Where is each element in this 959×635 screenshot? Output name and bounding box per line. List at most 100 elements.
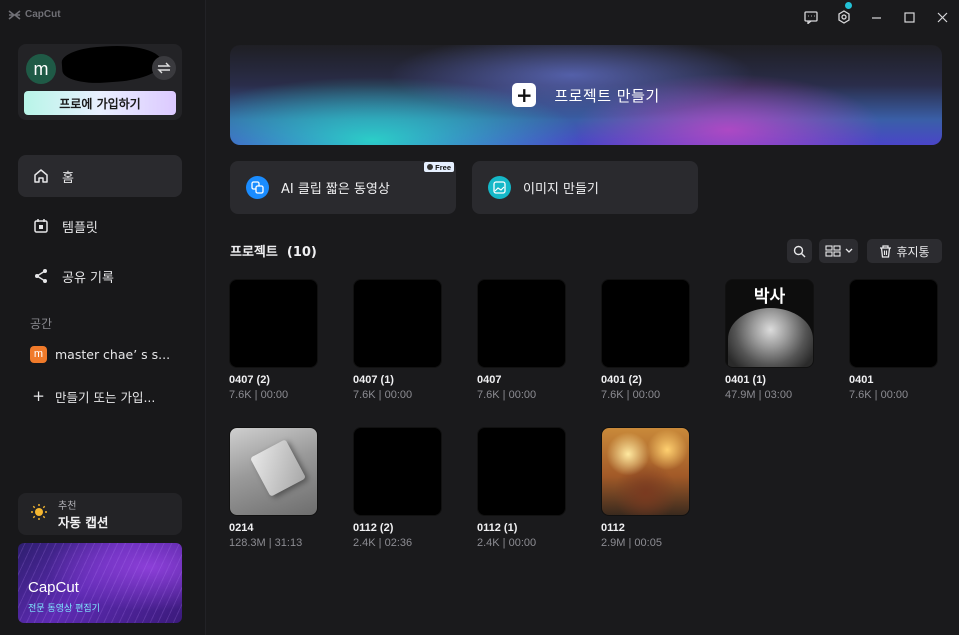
trash-button[interactable]: 휴지통 <box>867 239 942 263</box>
create-image-button[interactable]: 이미지 만들기 <box>472 161 698 214</box>
project-thumbnail[interactable] <box>477 427 566 516</box>
search-icon <box>793 245 806 257</box>
gear-icon <box>837 10 850 24</box>
sidebar-item-label: 템플릿 <box>62 220 98 236</box>
project-thumbnail[interactable] <box>229 279 318 368</box>
minimize-button[interactable] <box>860 0 893 34</box>
gift-icon <box>427 164 434 170</box>
project-card[interactable]: 0112 2.9M | 00:05 <box>601 427 691 549</box>
space-badge: m <box>30 345 47 363</box>
project-meta: 47.9M | 03:00 <box>725 389 793 401</box>
notification-dot <box>845 2 852 9</box>
ai-clip-button[interactable]: AI 클립 짧은 동영상 Free <box>230 161 456 214</box>
feedback-button[interactable] <box>794 0 827 34</box>
chevron-down-icon <box>845 248 852 253</box>
maximize-icon <box>904 11 915 23</box>
settings-button[interactable] <box>827 0 860 34</box>
project-meta: 128.3M | 31:13 <box>229 537 303 549</box>
view-mode-dropdown[interactable] <box>819 239 858 263</box>
search-projects-button[interactable] <box>787 239 812 263</box>
project-meta: 7.6K | 00:00 <box>849 389 909 401</box>
join-pro-button[interactable]: 프로에 가입하기 <box>24 91 176 115</box>
maximize-button[interactable] <box>893 0 926 34</box>
project-name: 0112 (2) <box>353 522 394 534</box>
home-icon <box>32 167 50 185</box>
project-thumbnail[interactable] <box>353 427 442 516</box>
sidebar: CapCut m 프로에 가입하기 홈 템플릿 공유 기록 공간 m maste… <box>0 0 206 635</box>
project-name: 0401 <box>849 374 874 386</box>
ai-clip-label: AI 클립 짧은 동영상 <box>281 182 390 197</box>
recommend-title: 자동 캡션 <box>58 515 109 530</box>
project-card[interactable]: 0407 (1) 7.6K | 00:00 <box>353 279 443 401</box>
project-name: 0407 (2) <box>229 374 270 386</box>
project-thumbnail[interactable]: 박사 <box>725 279 814 368</box>
image-icon <box>488 176 511 199</box>
project-meta: 7.6K | 00:00 <box>353 389 413 401</box>
thumbnail-photo <box>728 308 813 367</box>
project-name: 0112 <box>601 522 625 534</box>
plus-icon: + <box>32 387 45 405</box>
minimize-icon <box>872 16 881 19</box>
project-card[interactable]: 0112 (2) 2.4K | 02:36 <box>353 427 443 549</box>
recommend-label: 추천 <box>58 501 77 512</box>
project-card[interactable]: 0407 (2) 7.6K | 00:00 <box>229 279 319 401</box>
close-icon <box>937 12 948 22</box>
plus-icon: + <box>512 83 537 107</box>
project-thumbnail[interactable] <box>229 427 318 516</box>
project-meta: 7.6K | 00:00 <box>229 389 289 401</box>
space-section-label: 공간 <box>30 317 53 331</box>
create-project-label: 프로젝트 만들기 <box>554 86 660 105</box>
create-project-banner[interactable]: + 프로젝트 만들기 <box>230 45 942 145</box>
project-meta: 2.9M | 00:05 <box>601 537 662 549</box>
sidebar-item-space[interactable]: m master chae’ s s... <box>30 344 170 364</box>
sidebar-item-templates[interactable]: 템플릿 <box>18 205 182 247</box>
project-card[interactable]: 0401 7.6K | 00:00 <box>849 279 939 401</box>
project-meta: 7.6K | 00:00 <box>477 389 537 401</box>
project-card[interactable]: 박사 0401 (1) 47.9M | 03:00 <box>725 279 815 401</box>
project-thumbnail[interactable] <box>601 279 690 368</box>
project-name: 0407 (1) <box>353 374 394 386</box>
project-card[interactable]: 0401 (2) 7.6K | 00:00 <box>601 279 691 401</box>
profile-card: m 프로에 가입하기 <box>18 42 182 120</box>
project-thumbnail[interactable] <box>601 427 690 516</box>
share-icon <box>32 267 50 285</box>
project-name: 0407 <box>477 374 502 386</box>
project-meta: 2.4K | 00:00 <box>477 537 537 549</box>
redacted-account-info <box>60 42 164 86</box>
swap-icon <box>157 62 171 74</box>
promo-title: CapCut <box>28 579 79 596</box>
project-name: 0214 <box>229 522 254 534</box>
create-image-label: 이미지 만들기 <box>523 182 599 197</box>
project-name: 0401 (2) <box>601 374 642 386</box>
thumbnail-caption: 박사 <box>753 287 786 307</box>
grid-view-icon <box>824 245 841 257</box>
project-thumbnail[interactable] <box>353 279 442 368</box>
thumbnail-photo <box>250 439 306 497</box>
promo-banner[interactable]: CapCut 전문 동영상 편집기 <box>18 543 182 623</box>
space-name: master chae’ s s... <box>55 346 171 362</box>
project-thumbnail[interactable] <box>849 279 938 368</box>
promo-subtitle: 전문 동영상 편집기 <box>28 604 100 614</box>
free-badge: Free <box>424 162 454 172</box>
trash-icon <box>880 244 892 258</box>
project-card[interactable]: 0407 7.6K | 00:00 <box>477 279 567 401</box>
brand-name: CapCut <box>25 9 61 20</box>
recommend-card[interactable]: 추천 자동 캡션 <box>18 493 182 535</box>
close-button[interactable] <box>926 0 959 34</box>
capcut-logo-icon <box>8 9 21 20</box>
trash-label: 휴지통 <box>896 244 930 259</box>
create-or-join-space-button[interactable]: + 만들기 또는 가입... <box>30 386 155 406</box>
sidebar-item-share-history[interactable]: 공유 기록 <box>18 255 182 297</box>
project-card[interactable]: 0214 128.3M | 31:13 <box>229 427 319 549</box>
sidebar-item-label: 공유 기록 <box>62 270 114 286</box>
project-card[interactable]: 0112 (1) 2.4K | 00:00 <box>477 427 567 549</box>
ai-clip-icon <box>246 176 269 199</box>
project-name: 0112 (1) <box>477 522 518 534</box>
avatar[interactable]: m <box>26 54 56 84</box>
sidebar-item-home[interactable]: 홈 <box>18 155 182 197</box>
window-controls <box>794 0 959 34</box>
create-join-label: 만들기 또는 가입... <box>55 389 156 405</box>
projects-title: 프로젝트 (10) <box>230 245 317 260</box>
switch-account-button[interactable] <box>152 56 176 80</box>
project-thumbnail[interactable] <box>477 279 566 368</box>
